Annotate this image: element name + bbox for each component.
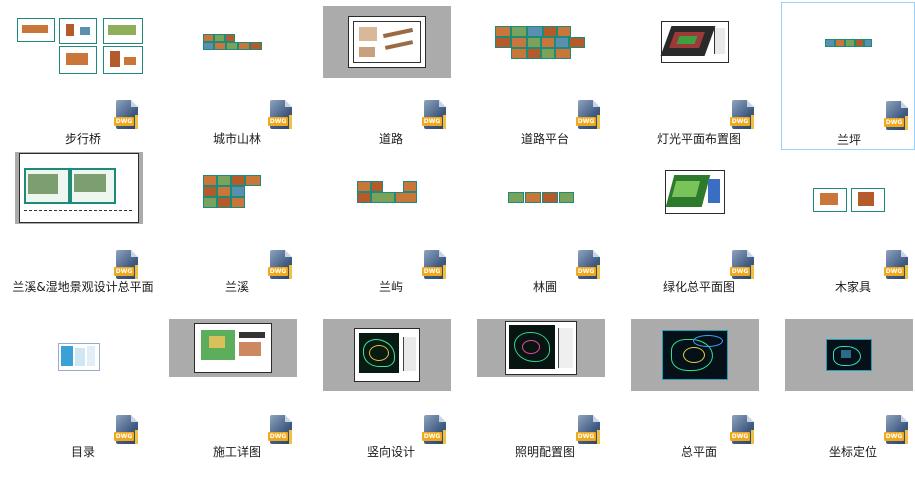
dwg-file-icon: DWG — [422, 415, 448, 445]
file-item[interactable]: DWG 照明配置图 — [470, 317, 620, 482]
file-thumbnail — [477, 6, 605, 78]
file-thumbnail — [631, 319, 759, 391]
file-name: 竖向设计 — [366, 445, 415, 459]
dwg-file-icon: DWG — [422, 100, 448, 130]
file-name: 步行桥 — [64, 132, 101, 146]
file-item[interactable]: DWG 步行桥 — [8, 2, 158, 152]
dwg-file-icon: DWG — [576, 100, 602, 130]
file-name: 目录 — [70, 445, 95, 459]
file-thumbnail — [169, 6, 297, 78]
dwg-file-icon: DWG — [114, 250, 140, 280]
file-item[interactable]: DWG 林圃 — [470, 152, 620, 317]
dwg-file-icon: DWG — [422, 250, 448, 280]
dwg-file-icon: DWG — [576, 415, 602, 445]
dwg-file-icon: DWG — [730, 100, 756, 130]
file-name: 照明配置图 — [514, 445, 575, 459]
file-item[interactable]: DWG 总平面 — [624, 317, 774, 482]
file-thumbnail — [169, 319, 297, 377]
dwg-file-icon: DWG — [884, 101, 910, 131]
file-name: 坐标定位 — [828, 445, 877, 459]
file-name: 兰溪&湿地景观设计总平面 — [12, 280, 154, 294]
file-name: 木家具 — [834, 280, 871, 294]
dwg-file-icon: DWG — [884, 415, 910, 445]
file-thumbnail — [15, 321, 143, 393]
file-name: 绿化总平面图 — [662, 280, 735, 294]
file-thumbnail — [323, 156, 451, 228]
file-thumbnail — [169, 156, 297, 228]
dwg-file-icon: DWG — [114, 415, 140, 445]
dwg-file-icon: DWG — [730, 415, 756, 445]
dwg-file-icon: DWG — [114, 100, 140, 130]
file-item[interactable]: DWG 木家具 — [778, 152, 915, 317]
file-thumbnail — [15, 6, 143, 78]
file-item[interactable]: DWG 目录 — [8, 317, 158, 482]
file-name: 兰溪 — [224, 280, 249, 294]
file-name: 总平面 — [680, 445, 717, 459]
file-thumbnail — [323, 6, 451, 78]
file-item[interactable]: DWG 道路平台 — [470, 2, 620, 152]
dwg-file-icon: DWG — [730, 250, 756, 280]
file-item[interactable]: DWG 竖向设计 — [316, 317, 466, 482]
file-name: 灯光平面布置图 — [656, 132, 741, 146]
file-thumbnail — [785, 156, 913, 228]
dwg-file-icon: DWG — [576, 250, 602, 280]
file-name: 兰坪 — [836, 133, 861, 147]
file-item[interactable]: DWG 兰屿 — [316, 152, 466, 317]
file-item[interactable]: DWG 道路 — [316, 2, 466, 152]
file-item[interactable]: DWG 城市山林 — [162, 2, 312, 152]
file-name: 道路平台 — [520, 132, 569, 146]
file-thumbnail — [477, 319, 605, 377]
file-name: 兰屿 — [378, 280, 403, 294]
file-thumbnail — [477, 156, 605, 228]
dwg-file-icon: DWG — [268, 415, 294, 445]
file-item[interactable]: DWG 兰坪 — [781, 2, 915, 150]
file-item[interactable]: DWG 兰溪&湿地景观设计总平面 — [8, 152, 158, 317]
file-grid: DWG 步行桥 DWG 城市山林 DWG 道路 DWG 道路平台 DWG 灯光平… — [0, 0, 915, 487]
file-thumbnail — [323, 319, 451, 391]
file-thumbnail — [785, 319, 913, 391]
file-thumbnail — [631, 6, 759, 78]
file-item[interactable]: DWG 绿化总平面图 — [624, 152, 774, 317]
dwg-file-icon: DWG — [268, 250, 294, 280]
file-item[interactable]: DWG 施工详图 — [162, 317, 312, 482]
file-name: 道路 — [378, 132, 403, 146]
file-name: 城市山林 — [212, 132, 261, 146]
file-thumbnail — [782, 7, 914, 79]
dwg-file-icon: DWG — [884, 250, 910, 280]
file-item[interactable]: DWG 灯光平面布置图 — [624, 2, 774, 152]
dwg-file-icon: DWG — [268, 100, 294, 130]
file-item[interactable]: DWG 兰溪 — [162, 152, 312, 317]
file-name: 施工详图 — [212, 445, 261, 459]
file-thumbnail — [631, 156, 759, 228]
file-item[interactable]: DWG 坐标定位 — [778, 317, 915, 482]
file-name: 林圃 — [532, 280, 557, 294]
file-thumbnail — [15, 152, 143, 224]
